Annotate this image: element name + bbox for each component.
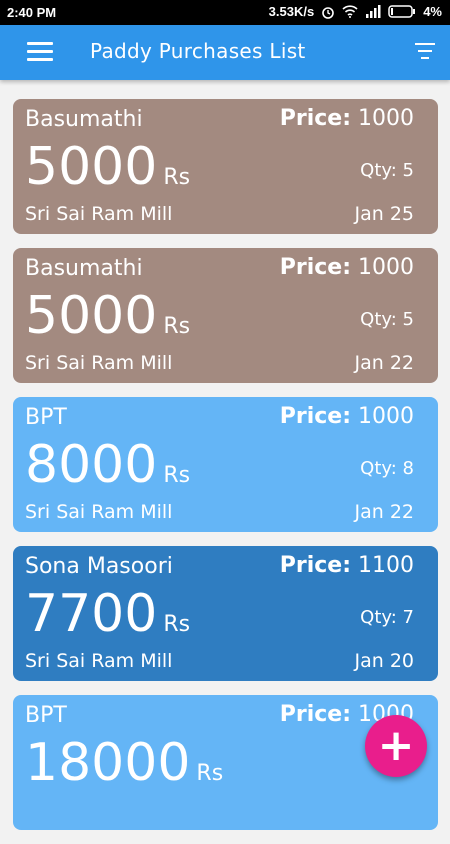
amount-value: 8000: [25, 435, 158, 495]
wifi-icon: [342, 5, 358, 18]
add-icon: +: [377, 720, 415, 771]
price-value: 1000: [358, 106, 414, 131]
purchase-date: Jan 25: [354, 203, 414, 225]
status-bar: 2:40 PM 3.53K/s 4%: [0, 0, 450, 25]
mill-name: Sri Sai Ram Mill: [25, 650, 173, 672]
mill-name: Sri Sai Ram Mill: [25, 352, 173, 374]
amount-value: 5000: [25, 286, 158, 346]
page-title: Paddy Purchases List: [90, 39, 306, 63]
price-text: Price: 1100: [280, 553, 414, 578]
qty-label: Qty:: [360, 160, 397, 181]
amount-text: 5000 Rs: [25, 137, 190, 197]
price-text: Price: 1000: [280, 255, 414, 280]
currency-label: Rs: [163, 165, 191, 190]
qty-value: 5: [402, 309, 414, 330]
qty-value: 7: [402, 607, 414, 628]
mill-name: Sri Sai Ram Mill: [25, 203, 173, 225]
price-label: Price:: [279, 255, 351, 280]
purchase-card[interactable]: Basumathi Price: 1000 5000 Rs Qty: 5 Sri Sai …: [13, 99, 438, 234]
price-label: Price:: [279, 553, 351, 578]
price-label: Price:: [279, 106, 351, 131]
currency-label: Rs: [196, 761, 224, 786]
amount-value: 18000: [25, 733, 191, 793]
qty-value: 8: [402, 458, 414, 479]
network-speed: 3.53K/s: [268, 4, 315, 19]
amount-text: 8000 Rs: [25, 435, 190, 495]
purchase-date: Jan 22: [354, 501, 414, 523]
quantity-text: Qty: 5: [360, 309, 414, 330]
price-text: Price: 1000: [280, 106, 414, 131]
quantity-text: Qty: 7: [360, 607, 414, 628]
purchase-card[interactable]: Basumathi Price: 1000 5000 Rs Qty: 5 Sri Sai …: [13, 248, 438, 383]
quantity-text: Qty: 5: [360, 160, 414, 181]
qty-label: Qty:: [360, 309, 397, 330]
currency-label: Rs: [163, 314, 191, 339]
variety-name: Basumathi: [25, 256, 143, 281]
status-time: 2:40 PM: [7, 5, 57, 20]
price-value: 1000: [358, 404, 414, 429]
quantity-text: Qty: 8: [360, 458, 414, 479]
variety-name: Basumathi: [25, 107, 143, 132]
price-label: Price:: [279, 702, 351, 727]
hamburger-menu-icon[interactable]: [27, 42, 53, 64]
filter-icon[interactable]: [414, 43, 436, 63]
qty-value: 5: [402, 160, 414, 181]
variety-name: Sona Masoori: [25, 554, 173, 579]
battery-level: 4%: [423, 4, 442, 19]
app-bar: Paddy Purchases List: [0, 25, 450, 80]
mill-name: Sri Sai Ram Mill: [25, 501, 173, 523]
qty-label: Qty:: [360, 607, 397, 628]
status-icons: 3.53K/s 4%: [269, 4, 442, 19]
amount-text: 18000 Rs: [25, 733, 223, 793]
price-text: Price: 1000: [280, 404, 414, 429]
purchase-date: Jan 22: [354, 352, 414, 374]
amount-text: 7700 Rs: [25, 584, 190, 644]
amount-text: 5000 Rs: [25, 286, 190, 346]
purchase-card[interactable]: BPT Price: 1000 8000 Rs Qty: 8 Sri Sai Ram Mi…: [13, 397, 438, 532]
amount-value: 5000: [25, 137, 158, 197]
price-value: 1000: [358, 255, 414, 280]
variety-name: BPT: [25, 703, 67, 728]
price-value: 1100: [358, 553, 414, 578]
currency-label: Rs: [163, 612, 191, 637]
currency-label: Rs: [163, 463, 191, 488]
signal-icon: [366, 5, 381, 18]
amount-value: 7700: [25, 584, 158, 644]
price-label: Price:: [279, 404, 351, 429]
purchase-date: Jan 20: [354, 650, 414, 672]
battery-icon: [388, 5, 416, 18]
qty-label: Qty:: [360, 458, 397, 479]
variety-name: BPT: [25, 405, 67, 430]
alarm-icon: [322, 6, 335, 19]
purchase-card[interactable]: Sona Masoori Price: 1100 7700 Rs Qty: 7 Sri S…: [13, 546, 438, 681]
add-purchase-button[interactable]: +: [365, 715, 427, 777]
